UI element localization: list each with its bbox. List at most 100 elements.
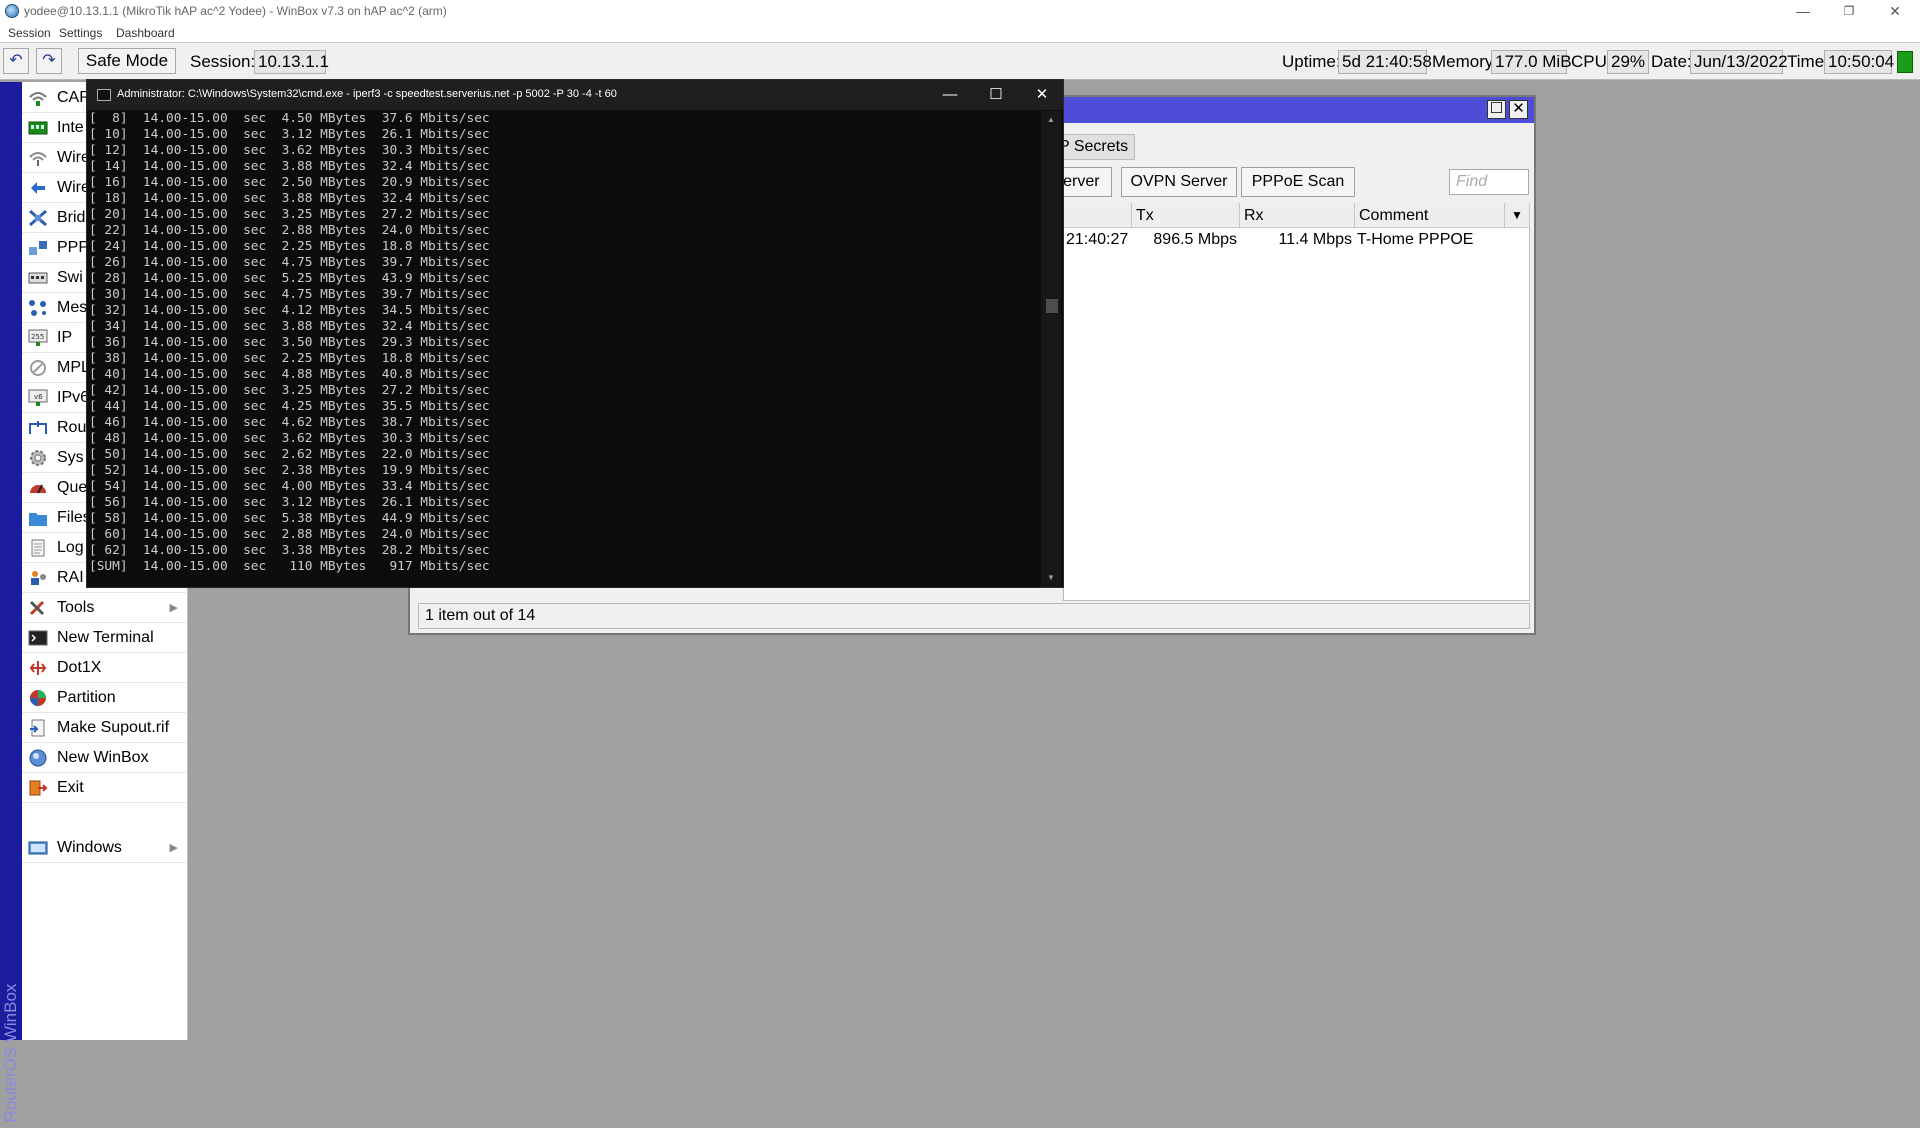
column-header-blank[interactable] [1063,203,1132,228]
sidebar-item-label: IP [57,329,73,346]
ovpn-server-button[interactable]: OVPN Server [1121,167,1237,197]
cmd-window-titlebar[interactable]: Administrator: C:\Windows\System32\cmd.e… [87,80,1063,110]
sidebar-item-label: Exit [57,779,84,796]
sidebar-brand-text: RouterOS WinBox [1,983,20,1123]
session-field[interactable]: 10.13.1.1 [254,50,329,74]
sidebar-item-windows[interactable]: Windows ▶ [22,834,186,863]
ppp-status-bar: 1 item out of 14 [418,603,1530,629]
column-header-tx[interactable]: Tx [1132,203,1240,228]
undo-icon[interactable]: ↶ [3,48,29,74]
close-icon[interactable]: ✕ [1509,100,1528,119]
svg-text:255: 255 [31,333,44,341]
sidebar-item-label: Tools [57,599,95,616]
sidebar-item-new-terminal[interactable]: New Terminal [22,624,186,653]
restore-button[interactable]: ❐ [1826,0,1872,24]
sidebar-item-label: MPL [57,359,90,376]
sidebar-item-make-supout[interactable]: Make Supout.rif [22,714,186,743]
scroll-up-icon[interactable]: ▲ [1045,115,1057,124]
cmd-output[interactable]: [ 8] 14.00-15.00 sec 4.50 MBytes 37.6 Mb… [89,111,1039,587]
tab-ppp-secrets[interactable]: P Secrets [1052,134,1136,160]
redo-icon[interactable]: ↷ [36,48,62,74]
wireless-icon [29,152,47,166]
cmd-output-line: [ 14] 14.00-15.00 sec 3.88 MBytes 32.4 M… [89,159,490,174]
scroll-down-icon[interactable]: ▼ [1045,573,1057,582]
memory-label: Memory: [1432,52,1499,71]
sidebar-brand-strip: RouterOS WinBox [0,82,22,1122]
ppp-icon [29,241,47,255]
column-header-rx[interactable]: Rx [1240,203,1355,228]
cmd-output-line: [ 46] 14.00-15.00 sec 4.62 MBytes 38.7 M… [89,415,490,430]
log-icon [31,539,45,557]
tools-icon [29,600,45,616]
menubar: Session Settings Dashboard [0,24,1920,42]
table-cell-uptime[interactable]: 21:40:27 [1066,229,1130,251]
status-indicator-icon [1897,51,1913,73]
cmd-output-line: [ 12] 14.00-15.00 sec 3.62 MBytes 30.3 M… [89,143,490,158]
sidebar-item-label: Swi [57,269,83,286]
menu-session[interactable]: Session [8,26,51,40]
cmd-window: Administrator: C:\Windows\System32\cmd.e… [86,79,1064,588]
uptime-value: 5d 21:40:58 [1338,50,1432,74]
queues-icon [30,484,46,494]
cmd-window-title: Administrator: C:\Windows\System32\cmd.e… [117,88,617,100]
sidebar-item-label: Sys [57,449,84,466]
cpu-value: 29% [1607,50,1649,74]
minimize-button[interactable]: — [1780,0,1826,24]
cmd-output-line: [ 44] 14.00-15.00 sec 4.25 MBytes 35.5 M… [89,399,490,414]
sidebar-item-partition[interactable]: Partition [22,684,186,713]
terminal-icon [28,630,48,646]
cmd-output-line: [ 42] 14.00-15.00 sec 3.25 MBytes 27.2 M… [89,383,490,398]
ipv6-icon: v6 [28,389,48,406]
memory-value: 177.0 MiB [1491,50,1572,74]
uptime-label: Uptime: [1282,52,1341,71]
pppoe-scan-button[interactable]: PPPoE Scan [1241,167,1355,197]
menu-settings[interactable]: Settings [59,26,102,40]
safe-mode-button[interactable]: Safe Mode [78,48,176,74]
find-input[interactable]: Find [1449,169,1529,195]
cmd-output-line: [ 52] 14.00-15.00 sec 2.38 MBytes 19.9 M… [89,463,490,478]
maximize-icon[interactable]: ☐ [1487,100,1506,119]
cmd-output-line: [ 62] 14.00-15.00 sec 3.38 MBytes 28.2 M… [89,543,490,558]
toolbar: ↶ ↷ Safe Mode Session: 10.13.1.1 Uptime:… [0,42,1920,80]
app-titlebar: yodee@10.13.1.1 (MikroTik hAP ac^2 Yodee… [0,0,1920,24]
cmd-output-line: [ 28] 14.00-15.00 sec 5.25 MBytes 43.9 M… [89,271,490,286]
cmd-output-line: [ 34] 14.00-15.00 sec 3.88 MBytes 32.4 M… [89,319,490,334]
exit-icon [29,780,48,796]
table-cell-comment[interactable]: T-Home PPPOE [1357,229,1503,251]
time-value: 10:50:04 [1824,50,1894,74]
date-value: Jun/13/2022 [1690,50,1788,74]
svg-text:v6: v6 [34,393,43,401]
sidebar-item-dot1x[interactable]: Dot1X [22,654,186,683]
sidebar-item-label: Partition [57,689,116,706]
sidebar-item-new-winbox[interactable]: New WinBox [22,744,186,773]
cmd-output-line: [ 32] 14.00-15.00 sec 4.12 MBytes 34.5 M… [89,303,490,318]
sidebar-item-label: Brid [57,209,86,226]
cmd-minimize-button[interactable]: — [938,84,962,106]
cmd-close-button[interactable]: ✕ [1030,84,1054,106]
columns-dropdown-icon[interactable]: ▼ [1505,203,1530,228]
sidebar-item-label: Wire [57,149,90,166]
column-header-comment[interactable]: Comment [1355,203,1505,228]
sidebar-item-tools[interactable]: Tools ▶ [22,594,186,623]
table-cell-rx[interactable]: 11.4 Mbps [1240,229,1352,251]
cmd-scrollbar[interactable]: ▲ ▼ [1041,111,1061,587]
app-title: yodee@10.13.1.1 (MikroTik hAP ac^2 Yodee… [24,4,447,18]
cmd-output-line: [ 56] 14.00-15.00 sec 3.12 MBytes 26.1 M… [89,495,490,510]
sidebar-item-label: CAP [57,89,90,106]
sidebar-item-exit[interactable]: Exit [22,774,186,803]
cmd-output-line: [ 30] 14.00-15.00 sec 4.75 MBytes 39.7 M… [89,287,490,302]
cmd-output-line: [ 38] 14.00-15.00 sec 2.25 MBytes 18.8 M… [89,351,490,366]
close-button[interactable]: ✕ [1872,0,1918,24]
cmd-output-line: [ 26] 14.00-15.00 sec 4.75 MBytes 39.7 M… [89,255,490,270]
system-icon [30,450,46,466]
interfaces-icon [28,121,48,135]
scroll-thumb[interactable] [1046,299,1058,313]
mesh-icon [29,300,46,316]
wifi-icon [29,92,47,106]
sidebar-item-label: New WinBox [57,749,149,766]
table-cell-tx[interactable]: 896.5 Mbps [1132,229,1237,251]
cmd-maximize-button[interactable]: ☐ [984,84,1008,106]
submenu-arrow-icon: ▶ [169,842,178,854]
menu-dashboard[interactable]: Dashboard [116,26,175,40]
cmd-icon [97,89,111,101]
